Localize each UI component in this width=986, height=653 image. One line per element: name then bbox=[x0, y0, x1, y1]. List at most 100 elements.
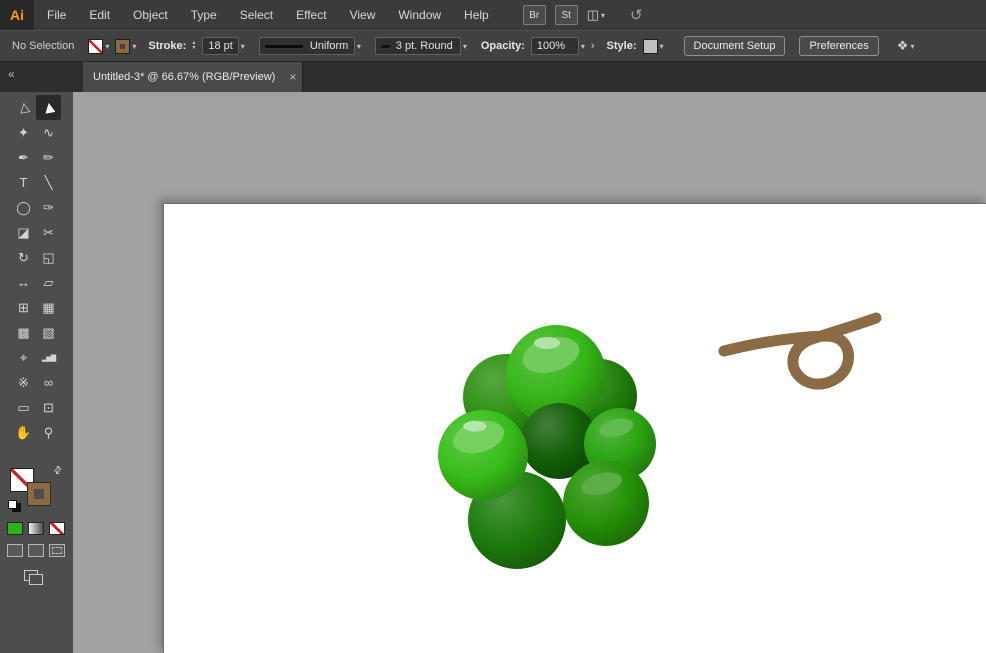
tool-scissors[interactable]: ✂ bbox=[36, 220, 61, 245]
draw-inside-button[interactable] bbox=[49, 544, 65, 557]
fill-color-control[interactable]: ▾ bbox=[88, 38, 109, 54]
tool-lasso[interactable]: ∿ bbox=[36, 120, 61, 145]
style-select[interactable]: ▾ bbox=[642, 38, 664, 54]
stroke-indicator[interactable] bbox=[27, 482, 51, 506]
apply-color-button[interactable] bbox=[7, 522, 23, 535]
canvas-area[interactable] bbox=[73, 92, 986, 653]
line-segment-icon: ╲ bbox=[44, 174, 53, 190]
tool-shape-builder[interactable]: ⊞ bbox=[11, 295, 36, 320]
direct-selection-icon: ▷ bbox=[14, 101, 32, 114]
tool-column-graph[interactable]: ▂▅▇ bbox=[36, 345, 61, 370]
symbol-sprayer-icon: ※ bbox=[18, 374, 29, 390]
draw-behind-button[interactable] bbox=[28, 544, 44, 557]
app-logo: Ai bbox=[0, 0, 34, 30]
scale-icon: ◱ bbox=[42, 249, 55, 265]
menu-help[interactable]: Help bbox=[464, 8, 489, 22]
menu-effect[interactable]: Effect bbox=[296, 8, 326, 22]
scissors-icon: ✂ bbox=[43, 224, 54, 240]
tool-scale[interactable]: ◱ bbox=[36, 245, 61, 270]
tool-symbol-sprayer[interactable]: ※ bbox=[11, 370, 36, 395]
shape-builder-icon: ⊞ bbox=[18, 299, 29, 315]
menu-object[interactable]: Object bbox=[133, 8, 168, 22]
apply-none-button[interactable] bbox=[49, 522, 65, 535]
magic-wand-icon: ✦ bbox=[18, 124, 29, 140]
tool-line-segment[interactable]: ╲ bbox=[36, 170, 61, 195]
paintbrush-icon: ✑ bbox=[43, 199, 54, 215]
apply-gradient-button[interactable] bbox=[28, 522, 44, 535]
width-icon: ↔ bbox=[17, 275, 30, 290]
tool-perspective-grid[interactable]: ▦ bbox=[36, 295, 61, 320]
tool-hand[interactable]: ✋ bbox=[11, 420, 36, 445]
tool-selection[interactable]: ▶ bbox=[36, 95, 61, 120]
slice-icon: ⊡ bbox=[43, 399, 54, 415]
blend-icon: ∞ bbox=[43, 375, 54, 390]
tool-eraser[interactable]: ◪ bbox=[11, 220, 36, 245]
fill-none-swatch-icon bbox=[88, 38, 104, 54]
tool-blend[interactable]: ∞ bbox=[36, 370, 61, 395]
menu-file[interactable]: File bbox=[47, 8, 66, 22]
stroke-weight-select[interactable]: 18 pt ▾ bbox=[202, 37, 245, 55]
tool-pen[interactable]: ✒ bbox=[11, 145, 36, 170]
tool-paintbrush[interactable]: ✑ bbox=[36, 195, 61, 220]
artboard[interactable] bbox=[163, 203, 986, 653]
opacity-select[interactable]: 100% ▾ bbox=[530, 37, 585, 55]
chevron-down-icon: ▾ bbox=[240, 41, 245, 51]
stroke-color-control[interactable]: ▾ bbox=[115, 38, 137, 54]
document-tab-title: Untitled-3* @ 66.67% (RGB/Preview) bbox=[93, 71, 276, 83]
tool-direct-selection[interactable]: ▷ bbox=[11, 95, 36, 120]
stroke-profile-preview-icon bbox=[264, 44, 303, 48]
menu-type[interactable]: Type bbox=[191, 8, 217, 22]
close-tab-icon[interactable]: × bbox=[289, 70, 296, 84]
chevron-down-icon: ▾ bbox=[910, 41, 915, 51]
tool-artboard[interactable]: ▭ bbox=[11, 395, 36, 420]
share-icon[interactable]: ↺ bbox=[630, 6, 643, 24]
stroke-weight-label: Stroke: bbox=[148, 40, 187, 52]
brush-definition-select[interactable]: 3 pt. Round ▾ bbox=[374, 37, 467, 55]
preferences-button[interactable]: Preferences bbox=[799, 36, 879, 56]
tool-rotate[interactable]: ↻ bbox=[11, 245, 36, 270]
menu-edit[interactable]: Edit bbox=[89, 8, 110, 22]
menu-bar: Ai File Edit Object Type Select Effect View Win… bbox=[0, 0, 986, 30]
style-label: Style: bbox=[606, 40, 637, 52]
stock-button[interactable]: St bbox=[554, 5, 578, 25]
ellipse-icon: ◯ bbox=[16, 199, 31, 215]
default-fill-stroke-icon[interactable] bbox=[8, 500, 21, 512]
menu-view[interactable]: View bbox=[350, 8, 376, 22]
tool-mesh[interactable]: ▩ bbox=[11, 320, 36, 345]
tool-free-transform[interactable]: ▱ bbox=[36, 270, 61, 295]
perspective-grid-icon: ▦ bbox=[42, 299, 55, 315]
tool-slice[interactable]: ⊡ bbox=[36, 395, 61, 420]
tool-eyedropper[interactable]: ⌖ bbox=[11, 345, 36, 370]
selection-icon: ▶ bbox=[39, 101, 57, 114]
eyedropper-icon: ⌖ bbox=[19, 349, 28, 365]
tool-width[interactable]: ↔ bbox=[11, 270, 36, 295]
bridge-button[interactable]: Br bbox=[522, 5, 546, 25]
stroke-profile-select[interactable]: Uniform ▾ bbox=[258, 37, 361, 55]
menu-window[interactable]: Window bbox=[398, 8, 441, 22]
swap-fill-stroke-icon[interactable]: ⇄ bbox=[51, 464, 65, 478]
tool-gradient[interactable]: ▧ bbox=[36, 320, 61, 345]
document-setup-button[interactable]: Document Setup bbox=[683, 36, 786, 56]
tool-ellipse[interactable]: ◯ bbox=[11, 195, 36, 220]
draw-normal-button[interactable] bbox=[7, 544, 23, 557]
opacity-panel-arrow[interactable]: › bbox=[591, 40, 595, 52]
screen-mode-button[interactable] bbox=[24, 570, 43, 585]
stroke-weight-stepper[interactable]: ▴ ▾ bbox=[192, 40, 195, 51]
type-icon: T bbox=[19, 175, 28, 190]
tool-pencil[interactable]: ✏ bbox=[36, 145, 61, 170]
arrange-button[interactable]: ❖ ▾ bbox=[897, 38, 915, 54]
pencil-icon: ✏ bbox=[43, 149, 54, 165]
tool-zoom[interactable]: ⚲ bbox=[36, 420, 61, 445]
tools-panel: ▷ ▶ ✦ ∿ ✒ ✏ T ╲ ◯ ✑ ◪ ✂ ↻ ◱ ↔ ▱ ⊞ ▦ ▩ ▧ ⌖ ▂▅▇ ※ ∞ ▭ ⊡ ✋ ⚲ ⇄ bbox=[0, 92, 74, 653]
chevron-down-icon: ▾ bbox=[356, 41, 361, 51]
control-bar: No Selection ▾ ▾ Stroke: ▴ ▾ 18 pt ▾ Unif… bbox=[0, 30, 986, 62]
collapse-panels-button[interactable]: « bbox=[8, 67, 15, 81]
chevron-down-icon: ▾ bbox=[601, 10, 606, 20]
tool-type[interactable]: T bbox=[11, 170, 36, 195]
arrange-documents-button[interactable]: ◫ ▾ bbox=[587, 7, 605, 23]
menu-select[interactable]: Select bbox=[240, 8, 273, 22]
chevron-down-icon: ▾ bbox=[132, 41, 137, 51]
document-tab-bar: « Untitled-3* @ 66.67% (RGB/Preview) × bbox=[0, 62, 986, 92]
document-tab[interactable]: Untitled-3* @ 66.67% (RGB/Preview) × bbox=[83, 62, 303, 92]
tool-magic-wand[interactable]: ✦ bbox=[11, 120, 36, 145]
